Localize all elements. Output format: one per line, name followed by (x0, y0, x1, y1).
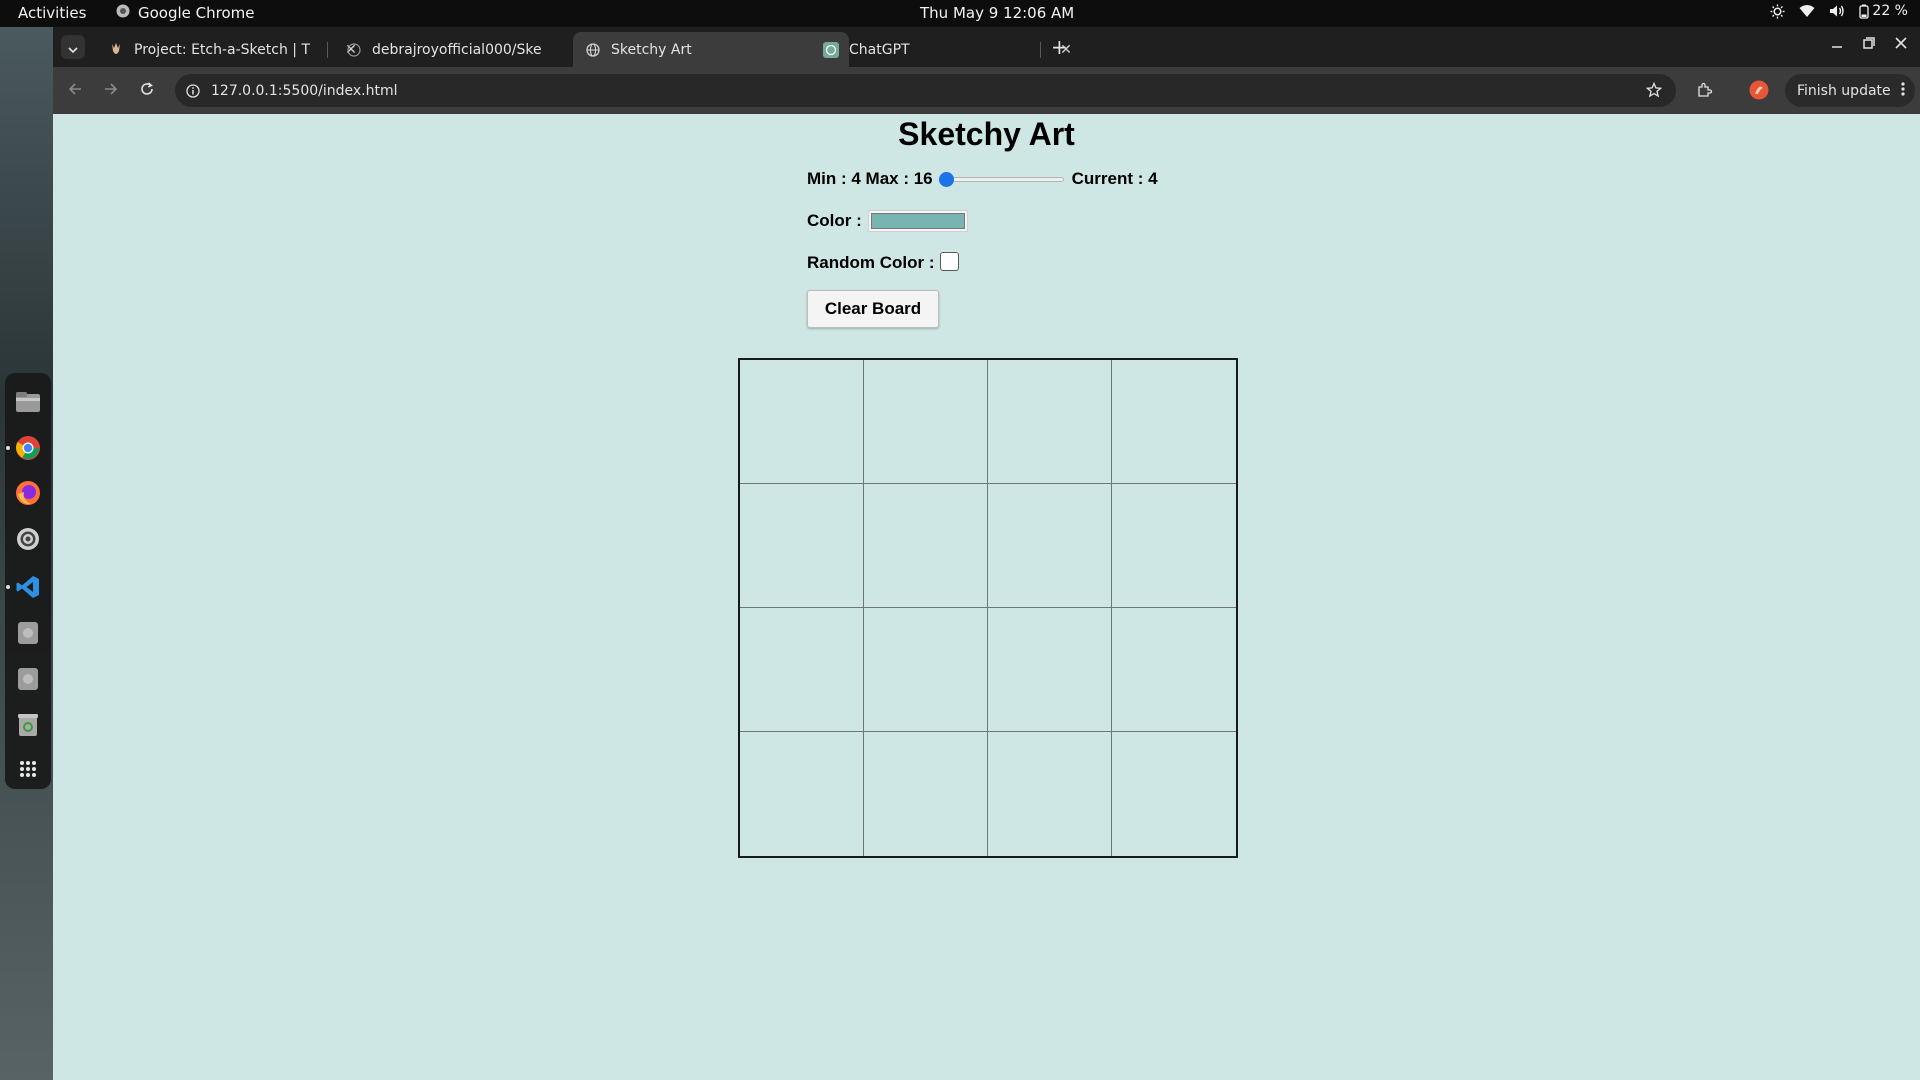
url-text: 127.0.0.1:5500/index.html (211, 82, 398, 99)
tab-search-button[interactable] (61, 35, 85, 59)
restore-button[interactable] (1863, 37, 1875, 53)
volume-icon (1829, 4, 1845, 18)
tab-separator (1040, 42, 1041, 58)
profile-avatar[interactable] (1749, 80, 1769, 100)
tab-separator (327, 42, 328, 58)
reload-button[interactable] (137, 80, 157, 100)
tab-etch-a-sketch[interactable]: Project: Etch-a-Sketch | T ✕ (96, 32, 372, 67)
address-bar[interactable]: 127.0.0.1:5500/index.html (175, 74, 1676, 107)
bookmark-star-icon[interactable] (1645, 81, 1663, 102)
app-name-label: Google Chrome (138, 4, 255, 22)
back-arrow-icon (68, 81, 82, 100)
forward-arrow-icon (104, 81, 118, 100)
grid-cell[interactable] (1112, 360, 1236, 484)
dock (5, 373, 51, 789)
tab-title: Project: Etch-a-Sketch | T (134, 41, 310, 58)
site-info-icon[interactable] (185, 83, 201, 99)
current-size-label: Current : 4 (1071, 169, 1158, 188)
globe-icon (585, 42, 601, 58)
tab-title: debrajroyofficial000/Ske (372, 41, 542, 58)
grid-cell[interactable] (864, 484, 988, 608)
battery-percent: 22 % (1872, 3, 1908, 19)
grid-cell[interactable] (864, 608, 988, 732)
chatgpt-icon (823, 41, 839, 58)
back-button[interactable] (65, 80, 85, 100)
color-row: Color : (807, 208, 1158, 234)
random-color-label: Random Color : (807, 253, 935, 272)
reload-icon (140, 81, 154, 100)
app-menu[interactable]: Google Chrome (116, 4, 255, 22)
controls-panel: Min : 4 Max : 16 Current : 4 Color : Ran… (807, 166, 1158, 328)
grid-cell[interactable] (988, 484, 1112, 608)
grid-size-slider[interactable] (938, 171, 1064, 187)
disk-icon-2[interactable] (15, 666, 41, 692)
page-title: Sketchy Art (898, 116, 1075, 152)
tab-title: Sketchy Art (611, 41, 692, 58)
minimize-button[interactable] (1831, 37, 1843, 53)
tab-chatgpt[interactable]: ChatGPT ✕ (811, 32, 1087, 67)
desktop-background (0, 27, 53, 1080)
vscode-icon[interactable] (6, 574, 41, 600)
grid-cell[interactable] (740, 732, 864, 856)
window-close-button[interactable] (1895, 37, 1907, 53)
disk-icon[interactable] (15, 620, 41, 646)
slider-thumb[interactable] (938, 172, 954, 187)
sketch-board[interactable] (738, 358, 1238, 858)
odin-icon (108, 42, 124, 58)
tab-github[interactable]: debrajroyofficial000/Ske ✕ (334, 32, 610, 67)
chevron-down-icon (68, 38, 78, 57)
grid-cell[interactable] (988, 360, 1112, 484)
grid-cell[interactable] (864, 360, 988, 484)
clock[interactable]: Thu May 9 12:06 AM (920, 4, 1074, 22)
color-label: Color : (807, 211, 862, 230)
page-content: Sketchy Art Min : 4 Max : 16 Current : 4… (53, 114, 1920, 1080)
system-top-bar: Activities Google Chrome Thu May 9 12:06… (0, 0, 1920, 27)
system-tray[interactable]: 22 % (1770, 3, 1908, 19)
size-range-label: Min : 4 Max : 16 (807, 169, 933, 188)
battery-icon (1859, 4, 1870, 19)
files-icon[interactable] (15, 389, 41, 415)
browser-toolbar: 127.0.0.1:5500/index.html Finish update (53, 67, 1920, 114)
chrome-icon (116, 4, 130, 22)
firefox-icon[interactable] (15, 480, 41, 506)
grid-cell[interactable] (1112, 608, 1236, 732)
browser-window: Project: Etch-a-Sketch | T ✕ debrajroyof… (53, 27, 1920, 1080)
app-grid-icon[interactable] (15, 756, 41, 782)
color-picker[interactable] (867, 210, 968, 232)
extensions-icon[interactable] (1695, 80, 1715, 100)
tab-strip: Project: Etch-a-Sketch | T ✕ debrajroyof… (53, 27, 1920, 67)
more-vert-icon (1901, 81, 1905, 100)
github-icon (346, 42, 362, 58)
grid-cell[interactable] (740, 360, 864, 484)
size-row: Min : 4 Max : 16 Current : 4 (807, 166, 1158, 192)
finish-update-button[interactable]: Finish update (1785, 74, 1915, 107)
grid-cell[interactable] (740, 608, 864, 732)
grid-cell[interactable] (1112, 732, 1236, 856)
grid-cell[interactable] (988, 608, 1112, 732)
activities-button[interactable]: Activities (18, 4, 86, 22)
tab-title: ChatGPT (849, 41, 910, 58)
color-picker-swatch (870, 213, 965, 229)
random-color-checkbox[interactable] (939, 251, 959, 271)
brightness-icon (1770, 3, 1785, 19)
trash-icon[interactable] (15, 712, 41, 738)
grid-cell[interactable] (864, 732, 988, 856)
chrome-dock-icon[interactable] (6, 435, 41, 461)
slider-track (938, 177, 1064, 182)
finish-update-label: Finish update (1797, 82, 1891, 99)
grid-cell[interactable] (740, 484, 864, 608)
wifi-icon (1799, 4, 1815, 18)
tab-sketchy-art[interactable]: Sketchy Art ✕ (573, 32, 849, 67)
clear-board-button[interactable]: Clear Board (807, 290, 939, 328)
grid-cell[interactable] (988, 732, 1112, 856)
random-color-row: Random Color : (807, 250, 1158, 276)
grid-cell[interactable] (1112, 484, 1236, 608)
forward-button[interactable] (101, 80, 121, 100)
settings-icon[interactable] (15, 526, 41, 552)
new-tab-button[interactable]: + (1051, 37, 1068, 57)
